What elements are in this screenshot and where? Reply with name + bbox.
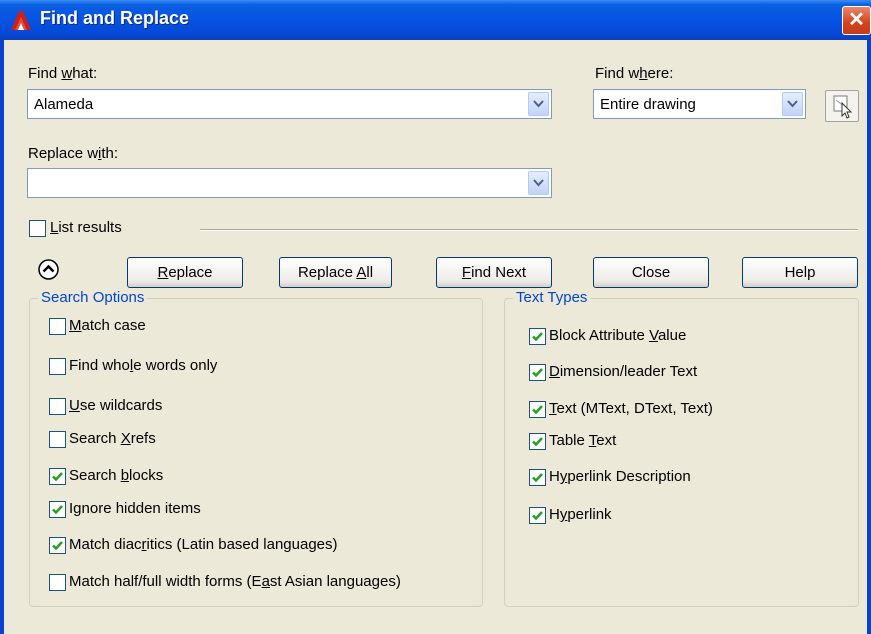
checkmark-icon xyxy=(532,473,543,483)
replace-with-combobox[interactable] xyxy=(27,168,552,198)
search-option-checkbox[interactable] xyxy=(49,501,66,518)
chevron-down-icon xyxy=(787,100,798,108)
title-bar[interactable]: Find and Replace ✕ xyxy=(0,0,871,40)
select-objects-icon xyxy=(833,95,853,119)
list-results-checkbox[interactable] xyxy=(29,220,46,237)
find-what-value: Alameda xyxy=(34,96,94,113)
find-where-label: Find where: xyxy=(595,65,674,82)
search-option-label: Search Xrefs xyxy=(69,430,156,447)
close-button[interactable]: Close xyxy=(593,257,709,288)
search-option-checkbox[interactable] xyxy=(49,574,66,591)
help-button[interactable]: Help xyxy=(742,257,858,288)
text-type-checkbox[interactable] xyxy=(529,328,546,345)
separator-line xyxy=(200,229,858,231)
checkmark-icon xyxy=(532,332,543,342)
text-type-checkbox[interactable] xyxy=(529,469,546,486)
checkmark-icon xyxy=(52,541,63,551)
find-what-label: Find what: xyxy=(28,65,98,82)
text-type-checkbox[interactable] xyxy=(529,507,546,524)
list-results-label: List results xyxy=(50,219,122,236)
text-type-checkbox[interactable] xyxy=(529,364,546,381)
find-next-button[interactable]: Find Next xyxy=(436,257,552,288)
search-option-checkbox[interactable] xyxy=(49,431,66,448)
collapse-options-icon[interactable] xyxy=(38,259,59,280)
checkmark-icon xyxy=(532,511,543,521)
text-type-label: Dimension/leader Text xyxy=(549,363,698,380)
search-option-checkbox[interactable] xyxy=(49,318,66,335)
search-option-label: Find whole words only xyxy=(69,357,218,374)
search-option-label: Use wildcards xyxy=(69,397,163,414)
select-objects-button[interactable] xyxy=(825,90,859,122)
find-where-dropdown-button[interactable] xyxy=(782,92,803,116)
search-option-checkbox[interactable] xyxy=(49,537,66,554)
text-type-label: Text (MText, DText, Text) xyxy=(549,400,713,417)
text-types-group xyxy=(504,298,859,607)
checkmark-icon xyxy=(52,505,63,515)
find-what-dropdown-button[interactable] xyxy=(528,92,549,116)
find-where-value: Entire drawing xyxy=(600,96,696,113)
search-option-label: Match half/full width forms (East Asian … xyxy=(69,573,401,590)
chevron-down-icon xyxy=(533,100,544,108)
text-type-label: Hyperlink xyxy=(549,506,612,523)
text-type-label: Table Text xyxy=(549,432,617,449)
search-option-label: Match case xyxy=(69,317,146,334)
search-option-checkbox[interactable] xyxy=(49,398,66,415)
autocad-app-icon xyxy=(11,11,31,30)
close-icon: ✕ xyxy=(848,9,865,31)
search-options-title: Search Options xyxy=(38,289,148,306)
search-option-checkbox[interactable] xyxy=(49,468,66,485)
text-types-title: Text Types xyxy=(513,289,591,306)
replace-all-button[interactable]: Replace All xyxy=(279,257,392,288)
replace-button[interactable]: Replace xyxy=(127,257,243,288)
replace-with-dropdown-button[interactable] xyxy=(528,171,549,195)
search-option-label: Ignore hidden items xyxy=(69,500,201,517)
close-window-button[interactable]: ✕ xyxy=(842,6,871,35)
search-option-label: Search blocks xyxy=(69,467,164,484)
search-options-group xyxy=(29,298,483,607)
window-title: Find and Replace xyxy=(40,8,190,28)
text-type-checkbox[interactable] xyxy=(529,401,546,418)
text-type-label: Hyperlink Description xyxy=(549,468,691,485)
checkmark-icon xyxy=(52,472,63,482)
text-type-label: Block Attribute Value xyxy=(549,327,687,344)
search-option-checkbox[interactable] xyxy=(49,358,66,375)
checkmark-icon xyxy=(532,437,543,447)
replace-with-label: Replace with: xyxy=(28,145,119,162)
find-what-combobox[interactable]: Alameda xyxy=(27,89,552,119)
find-where-combobox[interactable]: Entire drawing xyxy=(593,89,806,119)
checkmark-icon xyxy=(532,368,543,378)
search-option-label: Match diacritics (Latin based languages) xyxy=(69,536,338,553)
chevron-down-icon xyxy=(533,179,544,187)
text-type-checkbox[interactable] xyxy=(529,433,546,450)
checkmark-icon xyxy=(532,405,543,415)
